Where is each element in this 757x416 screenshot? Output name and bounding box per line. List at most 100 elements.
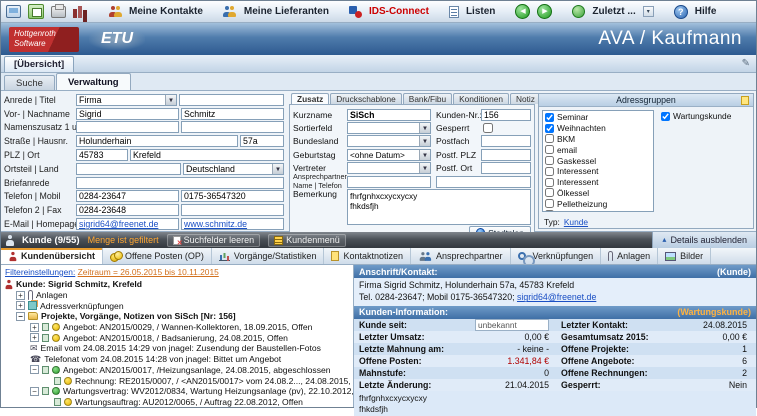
sortierfeld-input[interactable] bbox=[348, 123, 419, 133]
expand-icon[interactable] bbox=[30, 333, 39, 342]
tree-node-adressverknuepfungen[interactable]: Adressverknüpfungen bbox=[4, 300, 353, 311]
hilfe-button[interactable]: Hilfe bbox=[695, 6, 717, 17]
checkbox[interactable] bbox=[545, 188, 554, 197]
expand-icon[interactable] bbox=[30, 323, 39, 332]
strasse-input[interactable] bbox=[76, 135, 238, 147]
help-icon[interactable]: ? bbox=[674, 5, 688, 19]
ansprechpartner-name-input[interactable] bbox=[347, 176, 431, 188]
kundennr-input[interactable] bbox=[481, 109, 531, 121]
printer-icon[interactable] bbox=[51, 6, 66, 18]
hausnr-input[interactable] bbox=[240, 135, 284, 147]
chevron-down-icon[interactable]: ▾ bbox=[419, 136, 430, 146]
ids-connect-button[interactable]: IDS-Connect bbox=[369, 6, 429, 17]
ortsteil-input[interactable] bbox=[76, 163, 181, 175]
adressgruppe-interessent-2[interactable]: Interessent bbox=[545, 177, 651, 188]
tab-anlagen[interactable]: Anlagen bbox=[601, 248, 658, 264]
tree-node-wartungsvertrag[interactable]: Wartungsvertrag: WV2012/0834, Wartung He… bbox=[4, 386, 353, 397]
tab-suche[interactable]: Suche bbox=[4, 75, 55, 90]
wartungskunde-checkbox[interactable] bbox=[661, 112, 670, 121]
tab-kundenuebersicht[interactable]: Kundenübersicht bbox=[1, 248, 103, 264]
tab-kontaktnotizen[interactable]: Kontaktnotizen bbox=[324, 248, 411, 264]
active-module-icon[interactable] bbox=[28, 4, 44, 19]
tab-bilder[interactable]: Bilder bbox=[658, 248, 711, 264]
edit-icon[interactable]: ✎ bbox=[742, 58, 753, 69]
adressgruppe-seminar[interactable]: Seminar bbox=[545, 112, 651, 123]
ort-input[interactable] bbox=[130, 149, 284, 161]
collapse-icon[interactable] bbox=[30, 365, 39, 374]
collapse-icon[interactable] bbox=[30, 387, 39, 396]
checkbox[interactable] bbox=[545, 210, 554, 212]
chevron-down-icon[interactable]: ▾ bbox=[643, 6, 654, 17]
zuletzt-button[interactable]: Zuletzt ... bbox=[592, 6, 635, 17]
bundesland-input[interactable] bbox=[348, 136, 419, 146]
tree-node-projekte[interactable]: Projekte, Vorgänge, Notizen von SiSch [N… bbox=[4, 311, 353, 322]
tree-node-kunde[interactable]: Kunde: Sigrid Schmitz, Krefeld bbox=[4, 279, 353, 290]
email-field[interactable] bbox=[76, 218, 179, 230]
geburtstag-input[interactable] bbox=[348, 150, 419, 160]
briefanrede-input[interactable] bbox=[76, 177, 284, 189]
kurzname-input[interactable] bbox=[347, 109, 431, 121]
tab-druckschablone[interactable]: Druckschablone bbox=[330, 93, 402, 104]
tab-offene-posten[interactable]: Offene Posten (OP) bbox=[103, 248, 212, 264]
tab-konditionen[interactable]: Konditionen bbox=[453, 93, 509, 104]
meine-kontakte-button[interactable]: Meine Kontakte bbox=[129, 6, 203, 17]
nachname-input[interactable] bbox=[181, 108, 284, 120]
homepage-field[interactable] bbox=[181, 218, 284, 230]
filter-settings-link[interactable]: Filtereinstellungen: Zeitraum = 26.05.20… bbox=[5, 267, 353, 277]
telefon2-input[interactable] bbox=[76, 204, 179, 216]
tree-node-telefonat[interactable]: ☎ Telefonat vom 24.08.2015 14:28 von jna… bbox=[4, 354, 353, 365]
plz-input[interactable] bbox=[76, 149, 128, 161]
chevron-down-icon[interactable]: ▾ bbox=[419, 123, 430, 133]
chevron-down-icon[interactable]: ▾ bbox=[165, 95, 176, 105]
tab-bank-fibu[interactable]: Bank/Fibu bbox=[403, 93, 452, 104]
checkbox[interactable] bbox=[545, 156, 554, 165]
titel-input[interactable] bbox=[179, 94, 284, 106]
meine-lieferanten-button[interactable]: Meine Lieferanten bbox=[244, 6, 329, 17]
email-link[interactable]: sigrid64@freenet.de bbox=[517, 292, 596, 302]
vertreter-select[interactable]: ▾ bbox=[347, 162, 431, 174]
anrede-select[interactable]: ▾ bbox=[76, 94, 177, 106]
postfach-input[interactable] bbox=[481, 135, 531, 147]
fax-input[interactable] bbox=[181, 204, 284, 216]
note-icon[interactable] bbox=[741, 96, 749, 105]
tree-node-wartungsauftrag[interactable]: Wartungsauftrag: AU2012/0065, / Auftrag … bbox=[4, 397, 353, 407]
bundesland-select[interactable]: ▾ bbox=[347, 135, 431, 147]
tree-node-email[interactable]: ✉ Email vom 24.08.2015 14:29 von jnagel:… bbox=[4, 343, 353, 354]
geburtstag-select[interactable]: ▾ bbox=[347, 149, 431, 161]
collapse-icon[interactable] bbox=[16, 312, 25, 321]
adressgruppe-oelkessel[interactable]: Ölkessel bbox=[545, 188, 651, 199]
checkbox[interactable] bbox=[545, 134, 554, 143]
adressgruppe-bkm[interactable]: BKM bbox=[545, 134, 651, 145]
tab-zusatz[interactable]: Zusatz bbox=[291, 93, 329, 104]
buildings-icon[interactable] bbox=[73, 5, 88, 18]
checkbox[interactable] bbox=[545, 199, 554, 208]
chevron-down-icon[interactable]: ▾ bbox=[419, 150, 430, 160]
land-input[interactable] bbox=[184, 164, 272, 174]
postf-ort-input[interactable] bbox=[481, 162, 531, 174]
tree-node-angebot-0029[interactable]: Angebot: AN2015/0029, / Wannen-Kollektor… bbox=[4, 322, 353, 333]
chevron-down-icon[interactable]: ▾ bbox=[272, 164, 283, 174]
tree-node-angebot-0018[interactable]: Angebot: AN2015/0018, / Badsanierung, 24… bbox=[4, 332, 353, 343]
tab-uebersicht[interactable]: [Übersicht] bbox=[4, 56, 74, 72]
tree-node-rechnung-0007[interactable]: Rechnung: RE2015/0007, / <AN2015/0017> v… bbox=[4, 375, 353, 386]
namenszusatz2-input[interactable] bbox=[181, 121, 284, 133]
ansprechpartner-telefon-input[interactable] bbox=[436, 176, 531, 188]
checkbox[interactable] bbox=[545, 145, 554, 154]
land-select[interactable]: ▾ bbox=[183, 163, 284, 175]
wartungskunde-checkbox-label[interactable]: Wartungskunde bbox=[661, 111, 731, 121]
adressgruppe-scheitholzkessel[interactable]: Scheitholzkessel bbox=[545, 209, 651, 212]
bemerkung-textarea[interactable]: fhrfgnhxcxycxycxy fhkdsfjh bbox=[347, 189, 531, 225]
postf-plz-input[interactable] bbox=[481, 149, 531, 161]
adressgruppe-weihnachten[interactable]: Weihnachten bbox=[545, 123, 651, 134]
listen-button[interactable]: Listen bbox=[466, 6, 495, 17]
adressgruppe-email[interactable]: email bbox=[545, 144, 651, 155]
adressgruppe-interessent-1[interactable]: Interessent bbox=[545, 166, 651, 177]
clear-search-button[interactable]: Suchfelder leeren bbox=[167, 234, 261, 247]
chevron-down-icon[interactable]: ▾ bbox=[419, 163, 430, 173]
tab-notiz[interactable]: Notiz bbox=[510, 93, 541, 104]
mobil-input[interactable] bbox=[181, 190, 284, 202]
expand-icon[interactable] bbox=[16, 301, 25, 310]
forward-button[interactable]: ▶ bbox=[537, 4, 552, 19]
tab-ansprechpartner[interactable]: Ansprechpartner bbox=[411, 248, 511, 264]
kundenmenu-button[interactable]: Kundenmenü bbox=[268, 234, 346, 247]
